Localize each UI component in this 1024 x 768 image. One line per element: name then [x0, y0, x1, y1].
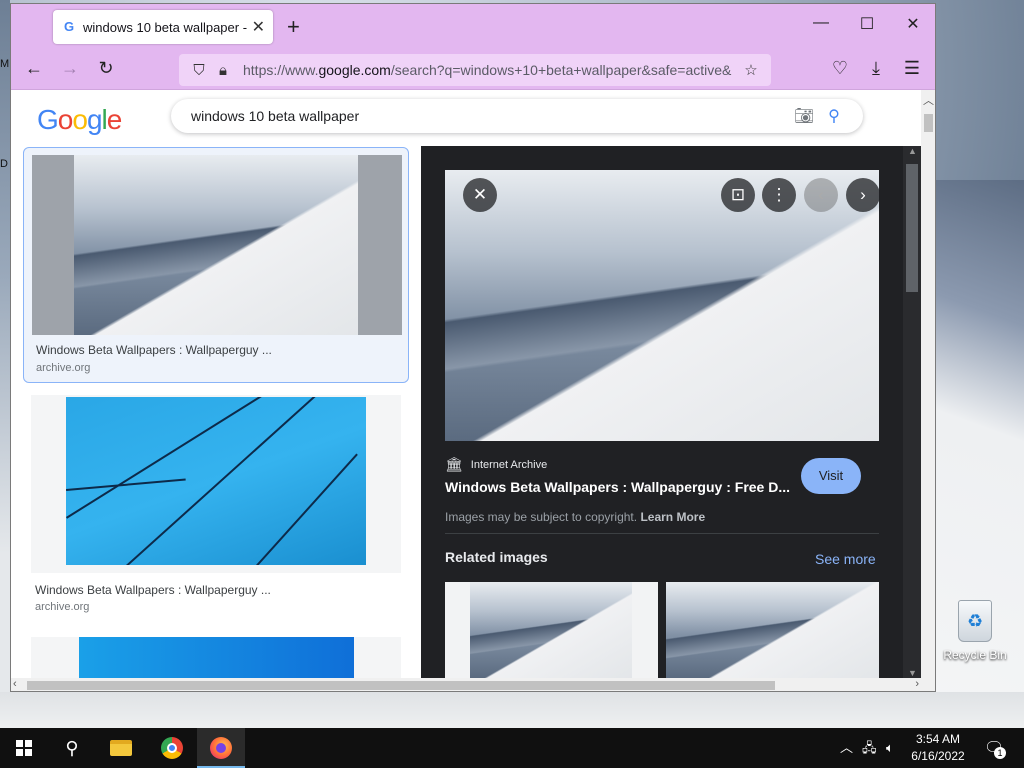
related-image[interactable]: [666, 582, 879, 678]
related-images-heading: Related images: [445, 549, 548, 565]
desktop-icon-label-partial[interactable]: D: [0, 158, 8, 170]
forward-arrow-icon[interactable]: →: [55, 58, 85, 79]
learn-more-link[interactable]: Learn More: [640, 510, 705, 524]
system-clock[interactable]: 3:54 AM 6/16/2022: [902, 731, 974, 765]
image-result-card[interactable]: [23, 637, 409, 678]
search-icon: ⚲: [65, 738, 79, 758]
browser-tab-active[interactable]: G windows 10 beta wallpaper - Go ✕: [53, 10, 273, 44]
firefox-button[interactable]: [197, 728, 245, 768]
previous-icon[interactable]: ‹: [804, 178, 838, 212]
maximize-button[interactable]: ☐: [847, 14, 887, 34]
scrollbar-thumb[interactable]: [906, 164, 918, 292]
google-logo[interactable]: Google: [37, 104, 122, 136]
search-taskbar-button[interactable]: ⚲: [48, 728, 96, 768]
folder-icon: [110, 740, 132, 756]
volume-icon[interactable]: 🔈︎: [886, 728, 894, 768]
windows-logo-icon: [16, 740, 32, 756]
divider: [445, 533, 879, 534]
search-icon[interactable]: ⚲: [819, 106, 849, 126]
recycle-bin-icon: [958, 600, 992, 642]
image-result-card[interactable]: Windows Beta Wallpapers : Wallpaperguy .…: [23, 147, 409, 383]
image-preview-panel: ✕ ⊡ ⋮ ‹ › 🏛︎ Internet Archive Windows Be…: [421, 146, 921, 678]
notification-count-badge: 1: [994, 747, 1006, 759]
scroll-left-icon[interactable]: ‹: [13, 678, 17, 690]
chrome-button[interactable]: [148, 728, 196, 768]
tab-close-icon[interactable]: ✕: [252, 17, 265, 37]
hamburger-menu-icon[interactable]: ☰: [897, 58, 927, 79]
address-bar[interactable]: ⛉ 🔒︎ https://www.google.com/search?q=win…: [179, 54, 771, 86]
page-vertical-scrollbar[interactable]: ︿: [921, 90, 935, 678]
result-thumbnail-image[interactable]: [74, 155, 358, 335]
image-results-list: Windows Beta Wallpapers : Wallpaperguy .…: [11, 146, 421, 678]
search-input[interactable]: windows 10 beta wallpaper: [191, 108, 789, 124]
url-text[interactable]: https://www.google.com/search?q=windows+…: [243, 62, 739, 78]
source-name: Internet Archive: [470, 458, 548, 471]
start-button[interactable]: [0, 728, 48, 768]
result-thumbnail-image[interactable]: [79, 637, 354, 678]
minimize-button[interactable]: —: [801, 14, 841, 32]
visit-button[interactable]: Visit: [801, 458, 861, 494]
browser-window: G windows 10 beta wallpaper - Go ✕ + — ☐…: [10, 3, 936, 692]
google-header: Google windows 10 beta wallpaper 📷︎ ⚲: [11, 90, 921, 146]
more-options-icon[interactable]: ⋮: [762, 178, 796, 212]
archive-building-icon: 🏛︎: [445, 456, 463, 472]
result-source[interactable]: archive.org: [36, 362, 90, 374]
scroll-right-icon[interactable]: ›: [915, 678, 919, 690]
scrollbar-thumb[interactable]: [924, 114, 933, 132]
camera-icon[interactable]: 📷︎: [789, 106, 819, 126]
search-box[interactable]: windows 10 beta wallpaper 📷︎ ⚲: [171, 99, 863, 133]
result-thumbnail-frame[interactable]: [31, 395, 401, 573]
close-window-button[interactable]: ✕: [893, 14, 933, 34]
result-thumbnail-image[interactable]: [66, 397, 366, 565]
chrome-icon: [161, 737, 183, 759]
taskbar: ⚲ ︿ 🖧︎ 🔈︎ 3:54 AM 6/16/2022 🗨︎ 1: [0, 728, 1024, 768]
scroll-down-icon[interactable]: ▼: [908, 668, 917, 678]
result-thumbnail-frame[interactable]: [32, 155, 402, 335]
see-more-link[interactable]: See more: [815, 551, 876, 567]
file-explorer-button[interactable]: [98, 728, 146, 768]
result-title[interactable]: Windows Beta Wallpapers : Wallpaperguy .…: [35, 583, 271, 597]
panel-scrollbar[interactable]: ▲ ▼: [903, 146, 921, 678]
desktop-icon-label-partial[interactable]: M: [0, 58, 9, 70]
close-icon[interactable]: ✕: [463, 178, 497, 212]
result-thumbnail-frame[interactable]: [31, 637, 401, 678]
scrollbar-thumb[interactable]: [27, 681, 775, 690]
clock-date: 6/16/2022: [911, 749, 965, 763]
lock-icon[interactable]: 🔒︎: [211, 62, 235, 79]
result-source[interactable]: archive.org: [35, 601, 89, 613]
pocket-icon[interactable]: ♡: [825, 58, 855, 79]
download-icon[interactable]: ⤓: [861, 58, 891, 79]
navigation-toolbar: ← → ↻ ⛉ 🔒︎ https://www.google.com/search…: [11, 50, 935, 90]
next-icon[interactable]: ›: [846, 178, 880, 212]
show-hidden-icons-chevron-icon[interactable]: ︿: [840, 728, 853, 768]
related-image[interactable]: [445, 582, 658, 678]
google-favicon-icon: G: [63, 19, 75, 34]
image-result-card[interactable]: Windows Beta Wallpapers : Wallpaperguy .…: [23, 395, 409, 623]
wallpaper-snow-bottom: [0, 692, 1024, 728]
star-icon[interactable]: ☆: [739, 61, 763, 79]
result-title[interactable]: Windows Beta Wallpapers : Wallpaperguy .…: [36, 343, 272, 357]
clock-time: 3:54 AM: [915, 732, 961, 746]
scroll-up-icon[interactable]: ▲: [908, 146, 917, 156]
back-arrow-icon[interactable]: ←: [19, 58, 49, 79]
tab-bar: G windows 10 beta wallpaper - Go ✕ + — ☐…: [11, 4, 935, 50]
page-horizontal-scrollbar[interactable]: ‹ ›: [11, 678, 935, 691]
preview-title[interactable]: Windows Beta Wallpapers : Wallpaperguy :…: [445, 479, 790, 495]
wallpaper-left-edge: [0, 0, 10, 692]
recycle-bin[interactable]: Recycle Bin: [940, 600, 1010, 662]
recycle-bin-label: Recycle Bin: [943, 648, 1007, 662]
copyright-notice: Images may be subject to copyright. Lear…: [445, 510, 706, 524]
source-row[interactable]: 🏛︎ Internet Archive: [445, 456, 547, 473]
firefox-icon: [210, 737, 232, 759]
new-tab-button[interactable]: +: [287, 14, 300, 40]
shield-icon[interactable]: ⛉: [187, 62, 211, 79]
tab-title: windows 10 beta wallpaper - Go: [83, 19, 248, 35]
lens-icon[interactable]: ⊡: [721, 178, 755, 212]
scroll-up-icon[interactable]: ︿: [923, 92, 934, 108]
network-icon[interactable]: 🖧︎: [862, 728, 877, 768]
page-content: Google windows 10 beta wallpaper 📷︎ ⚲ Wi…: [11, 90, 921, 678]
reload-icon[interactable]: ↻: [91, 58, 121, 79]
